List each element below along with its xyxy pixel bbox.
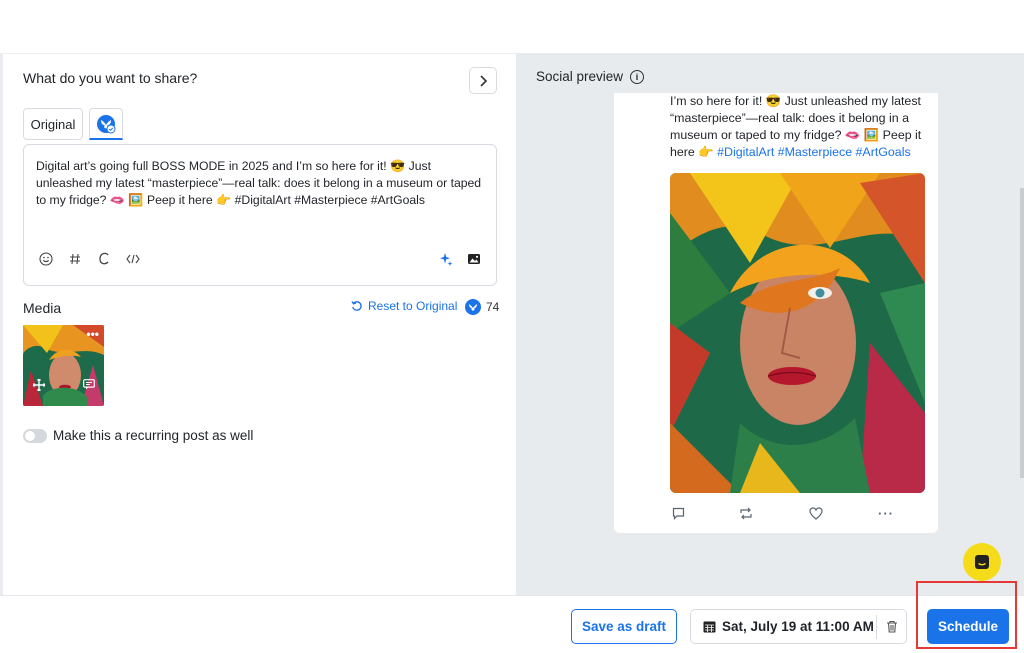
schedule-date-button[interactable]: Sat, July 19 at 11:00 AM [691, 610, 876, 643]
media-heading: Media [23, 300, 62, 316]
reset-to-original-link[interactable]: Reset to Original [351, 299, 457, 313]
reset-icon [351, 301, 362, 311]
schedule-date: Sat, July 19 at 11:00 AM [722, 619, 874, 634]
more-options-icon[interactable]: ••• [86, 328, 99, 340]
tab-bluesky[interactable] [89, 108, 123, 140]
schedule-label: Schedule [937, 619, 999, 634]
chat-icon [975, 555, 989, 569]
preview-post-text: I’m so here for it! 😎 Just unleashed my … [670, 93, 926, 161]
recurring-post-row: Make this a recurring post as well [23, 428, 253, 443]
alt-text-icon[interactable] [83, 377, 95, 395]
tab-original[interactable]: Original [23, 108, 83, 140]
preview-hashtags[interactable]: #DigitalArt #Masterpiece #ArtGoals [717, 145, 911, 159]
preview-image[interactable] [670, 173, 925, 493]
trash-icon [886, 620, 897, 633]
info-icon[interactable]: i [630, 69, 645, 84]
schedule-date-picker: Sat, July 19 at 11:00 AM [690, 609, 907, 644]
help-chat-button[interactable] [963, 543, 1001, 581]
like-icon[interactable] [808, 505, 824, 521]
reset-label: Reset to Original [368, 299, 458, 313]
bluesky-icon [97, 114, 116, 133]
recurring-toggle[interactable] [23, 428, 47, 443]
signature-icon[interactable] [94, 249, 114, 269]
compose-post-screen: What do you want to share? Original Digi… [0, 0, 1024, 653]
draft-label: Save as draft [581, 619, 667, 634]
preview-heading: Social preview i [536, 69, 645, 84]
preview-post-card: I’m so here for it! 😎 Just unleashed my … [614, 93, 938, 533]
artwork-image [670, 173, 925, 493]
code-icon[interactable] [123, 249, 143, 269]
repost-icon[interactable] [738, 505, 754, 521]
schedule-button[interactable]: Schedule [927, 609, 1009, 644]
character-counter: 74 [465, 299, 499, 315]
drag-handle-icon[interactable] [32, 378, 46, 396]
composer-heading: What do you want to share? [23, 70, 198, 86]
image-edit-icon[interactable] [464, 249, 484, 269]
tab-original-label: Original [30, 116, 76, 132]
emoji-icon[interactable] [36, 249, 56, 269]
post-text[interactable]: Digital art’s going full BOSS MODE in 20… [36, 158, 488, 209]
hashtag-icon[interactable] [65, 249, 85, 269]
preview-title: Social preview [536, 69, 624, 84]
calendar-icon [703, 621, 716, 633]
save-as-draft-button[interactable]: Save as draft [571, 609, 677, 644]
bluesky-icon [465, 299, 481, 315]
expand-panel-button[interactable] [469, 67, 497, 94]
post-text-editor[interactable]: Digital art’s going full BOSS MODE in 20… [23, 144, 497, 286]
social-preview-panel: Social preview i I’m so here for it! 😎 J… [516, 53, 1024, 595]
composer-footer: Save as draft Sat, July 19 at 11:00 AM S… [0, 595, 1024, 653]
preview-scrollbar[interactable] [1020, 188, 1024, 478]
reply-icon[interactable] [670, 505, 686, 521]
more-icon[interactable]: ··· [878, 505, 894, 521]
media-thumbnail[interactable]: ••• [23, 325, 104, 406]
clear-date-button[interactable] [877, 620, 906, 633]
chevron-right-icon [480, 74, 488, 87]
char-count: 74 [486, 300, 500, 314]
ai-sparkle-icon[interactable] [436, 249, 456, 269]
composer-panel: What do you want to share? Original Digi… [0, 53, 516, 595]
recurring-label: Make this a recurring post as well [53, 428, 254, 443]
